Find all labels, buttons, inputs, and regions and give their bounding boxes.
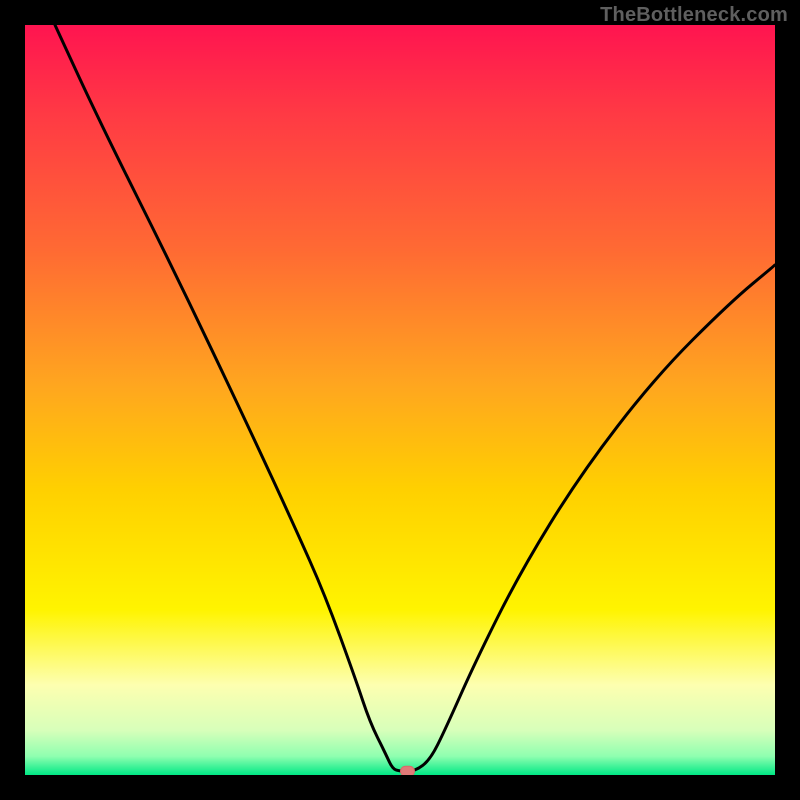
optimal-point-marker — [401, 766, 415, 775]
bottleneck-chart — [25, 25, 775, 775]
gradient-background — [25, 25, 775, 775]
outer-frame: TheBottleneck.com — [0, 0, 800, 800]
watermark-text: TheBottleneck.com — [600, 4, 788, 27]
